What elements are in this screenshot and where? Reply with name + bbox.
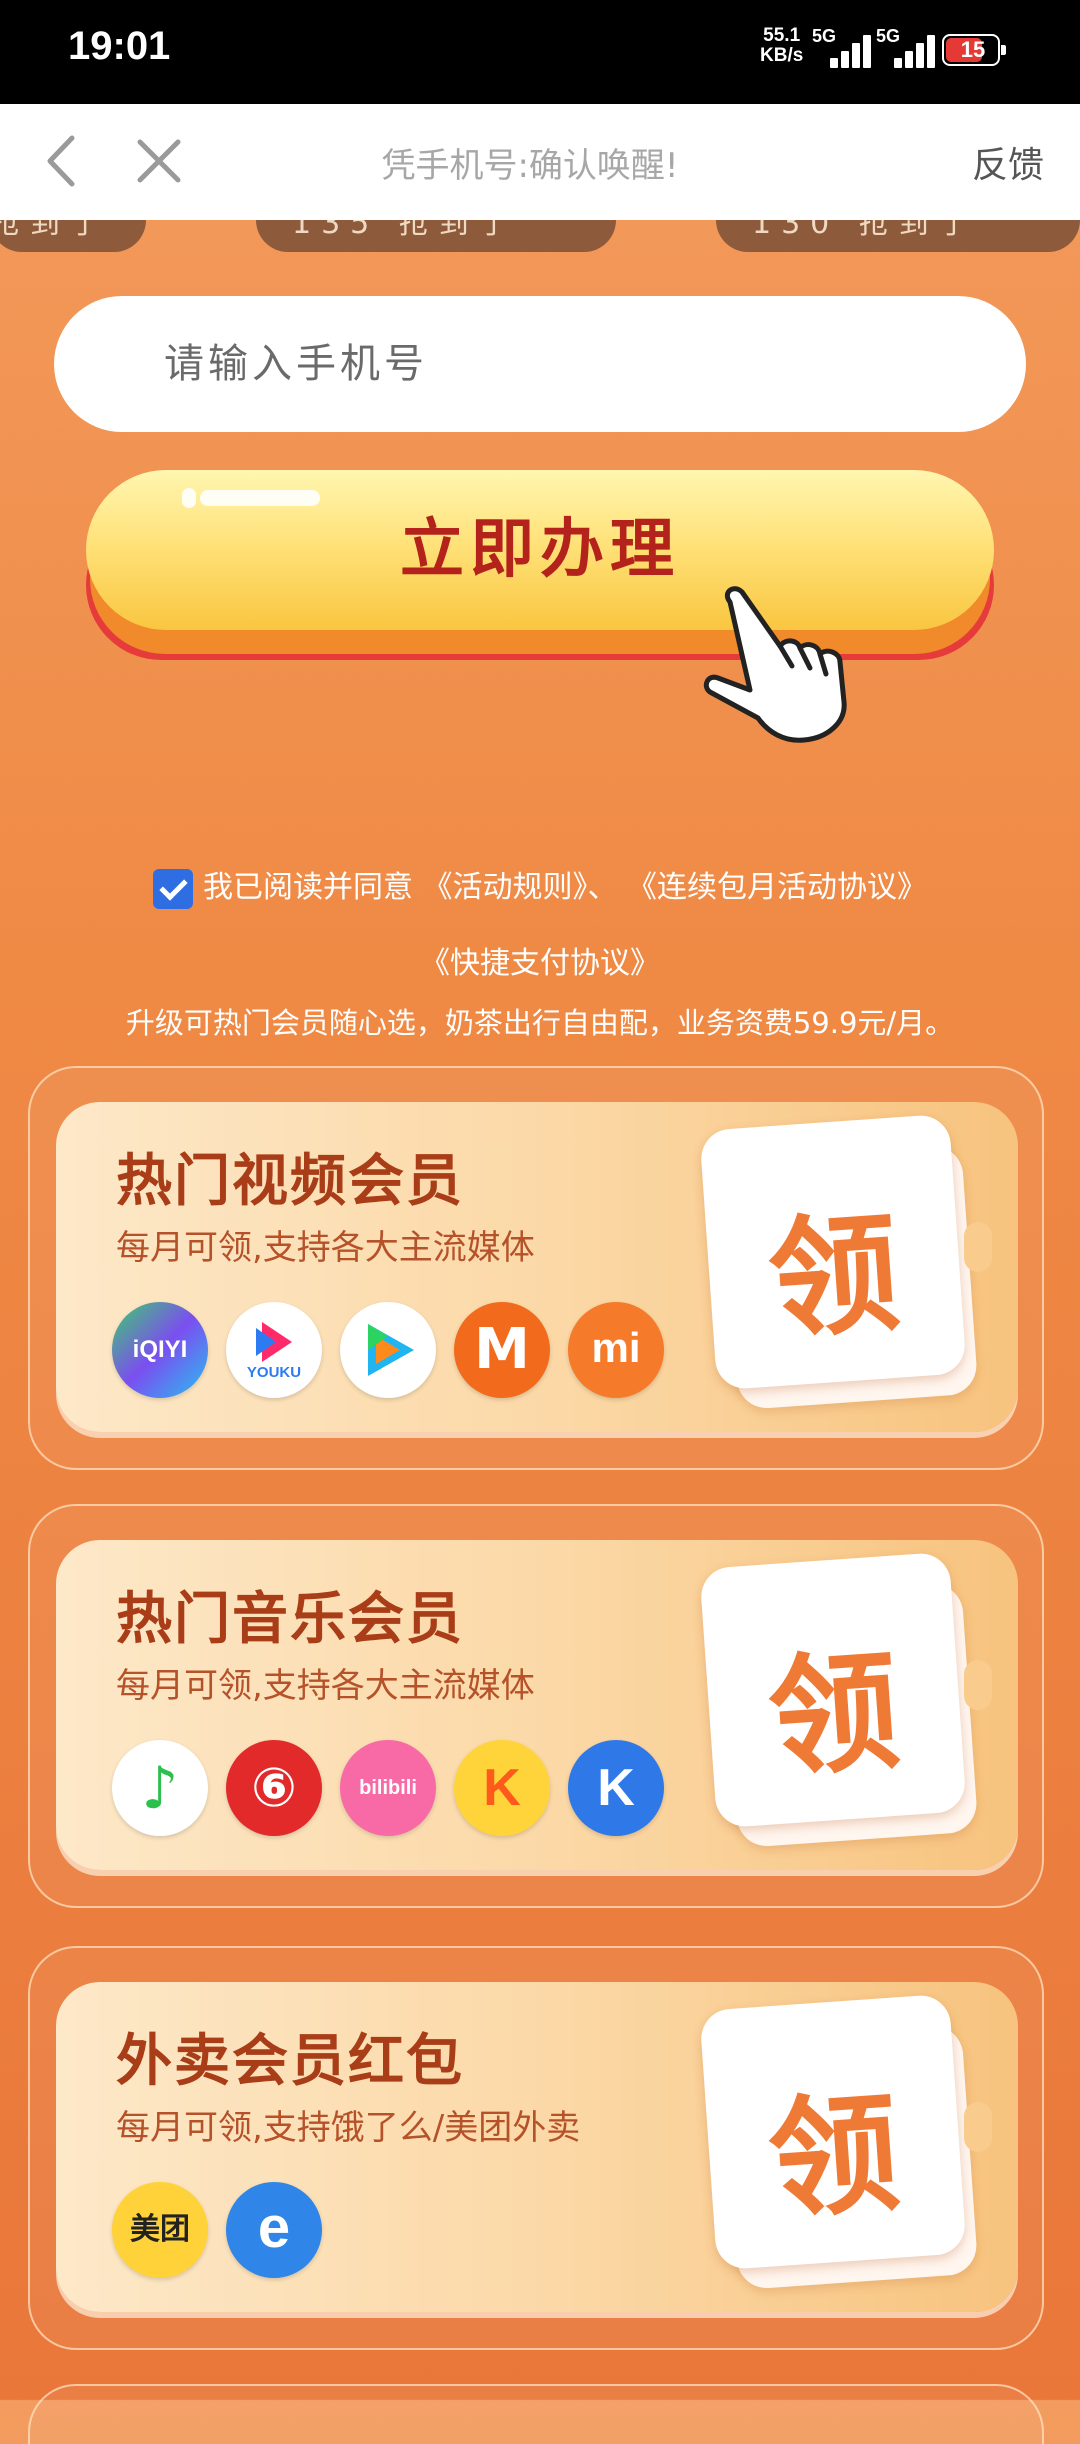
claim-label: 领 bbox=[763, 1634, 904, 1796]
battery-level: 15 bbox=[960, 37, 986, 62]
card-title: 热门视频会员 bbox=[116, 1149, 464, 1214]
marquee-item: 130 抢到了 bbox=[716, 220, 1080, 252]
back-button[interactable] bbox=[30, 126, 100, 196]
navigation-bar: 凭手机号:确认唤醒! 反馈 bbox=[0, 104, 1080, 220]
marquee-text: 130 抢到了 bbox=[752, 220, 979, 241]
monthly-agreement-link[interactable]: 《连续包月活动协议》 bbox=[627, 870, 927, 905]
network-speed: 55.1 KB/s bbox=[760, 26, 803, 66]
video-membership-card[interactable]: 热门视频会员 每月可领,支持各大主流媒体 iQIYI YOUKU M mi 领 bbox=[28, 1066, 1044, 1470]
card-subtitle: 每月可领,支持各大主流媒体 bbox=[116, 1666, 535, 1706]
network-speed-value: 55.1 bbox=[763, 25, 801, 46]
page-title: 凭手机号:确认唤醒! bbox=[381, 146, 679, 186]
status-bar: 19:01 55.1 KB/s 5G 5G 15 bbox=[0, 0, 1080, 104]
agreement-prefix: 我已阅读并同意 bbox=[202, 870, 413, 905]
eleme-icon: e bbox=[226, 2182, 322, 2278]
claim-label: 领 bbox=[763, 1196, 904, 1358]
claim-ticket[interactable]: 领 bbox=[699, 1550, 992, 1849]
phone-number-input[interactable] bbox=[54, 296, 1026, 432]
close-icon bbox=[137, 139, 181, 183]
music-membership-card[interactable]: 热门音乐会员 每月可领,支持各大主流媒体 ♪ ⑥ bilibili K K 领 bbox=[28, 1504, 1044, 1908]
marquee-text: 135 抢到了 bbox=[292, 220, 519, 241]
claim-ticket[interactable]: 领 bbox=[699, 1112, 992, 1411]
kugou-icon: K bbox=[568, 1740, 664, 1836]
mango-tv-icon: M bbox=[454, 1302, 550, 1398]
tencent-video-icon bbox=[340, 1302, 436, 1398]
signal-bars-icon bbox=[894, 34, 942, 68]
rules-link[interactable]: 《活动规则》 bbox=[423, 870, 588, 905]
chevron-left-icon bbox=[47, 135, 75, 187]
close-button[interactable] bbox=[124, 126, 194, 196]
network-speed-unit: KB/s bbox=[760, 45, 804, 66]
marquee-text: 抢到了 bbox=[0, 220, 110, 241]
claim-ticket[interactable]: 领 bbox=[699, 1992, 992, 2291]
card-subtitle: 每月可领,支持各大主流媒体 bbox=[116, 1228, 535, 1268]
agreement-checkbox[interactable] bbox=[152, 868, 193, 909]
next-card-peek bbox=[28, 2384, 1044, 2444]
agreement-separator: 、 bbox=[587, 870, 618, 905]
qq-music-icon: ♪ bbox=[112, 1740, 208, 1836]
card-subtitle: 每月可领,支持饿了么/美团外卖 bbox=[116, 2108, 581, 2148]
bilibili-icon: bilibili bbox=[340, 1740, 436, 1836]
fee-description: 升级可热门会员随心选，奶茶出行自由配，业务资费59.9元/月。 bbox=[125, 1006, 955, 1040]
xiaomi-icon: mi bbox=[568, 1302, 664, 1398]
card-title: 外卖会员红包 bbox=[116, 2029, 464, 2094]
pointing-hand-icon bbox=[703, 586, 847, 743]
signal-bars-icon bbox=[830, 34, 878, 68]
payment-agreement-link[interactable]: 《快捷支付协议》 bbox=[0, 938, 1080, 982]
takeout-redpacket-card[interactable]: 外卖会员红包 每月可领,支持饿了么/美团外卖 美团 e 领 bbox=[28, 1946, 1044, 2350]
claim-label: 领 bbox=[763, 2076, 904, 2238]
marquee-item: 135 抢到了 bbox=[256, 220, 616, 252]
battery-icon: 15 bbox=[942, 34, 1006, 66]
iqiyi-icon: iQIYI bbox=[112, 1302, 208, 1398]
meituan-icon: 美团 bbox=[112, 2182, 208, 2278]
kuwo-icon: K bbox=[454, 1740, 550, 1836]
feedback-link[interactable]: 反馈 bbox=[972, 136, 1044, 188]
marquee-item: 抢到了 bbox=[0, 220, 146, 252]
netease-music-icon: ⑥ bbox=[226, 1740, 322, 1836]
card-title: 热门音乐会员 bbox=[116, 1587, 464, 1652]
youku-icon: YOUKU bbox=[226, 1302, 322, 1398]
agreement-row: 我已阅读并同意 《活动规则》、 《连续包月活动协议》 bbox=[0, 862, 1080, 909]
status-time: 19:01 bbox=[68, 24, 171, 68]
